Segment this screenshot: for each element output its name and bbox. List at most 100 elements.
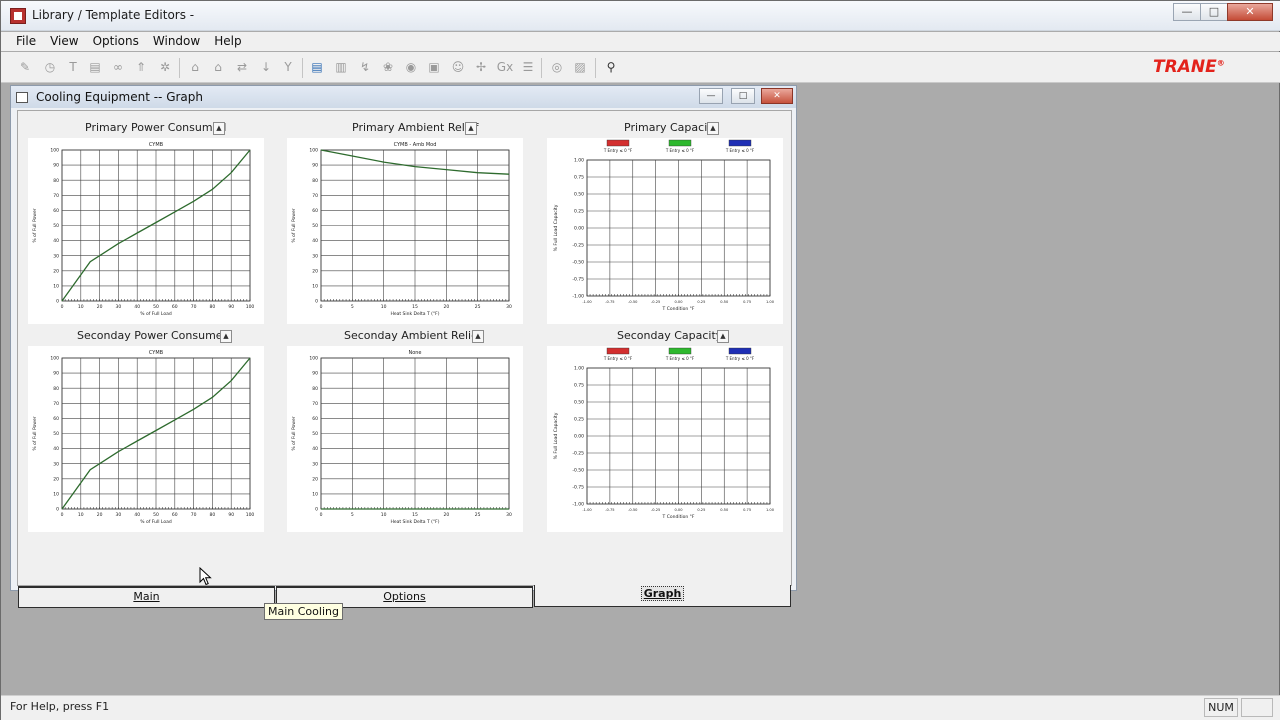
y-tick-label: 40 [312, 446, 318, 452]
secondary-power-chart: CYMB 0 10 20 30 40 50 60 70 80 90 100 0 10 20 30 40 50 60 7… [28, 346, 264, 532]
document-icon[interactable]: ▥ [334, 60, 348, 74]
primary-ambient-dropdown-button[interactable]: ▲ [465, 122, 477, 135]
y-axis-label: % Full Load Capacity [553, 412, 559, 459]
up-arrow-icon[interactable]: ⇑ [134, 60, 148, 74]
cooling-equipment-window: Cooling Equipment -- Graph — □ ✕ Primary… [10, 85, 797, 608]
y-tick-label: 10 [312, 284, 318, 290]
y-tick-label: -1.00 [572, 502, 584, 508]
app-icon[interactable] [10, 8, 26, 24]
primary-power-dropdown-button[interactable]: ▲ [213, 122, 225, 135]
wand-icon[interactable]: ↯ [358, 60, 372, 74]
stack-icon[interactable]: ☰ [521, 60, 535, 74]
status-pane [1241, 698, 1273, 717]
cat-icon[interactable]: ☺ [451, 60, 465, 74]
funnel-icon[interactable]: Y [281, 60, 295, 74]
menu-help[interactable]: Help [207, 32, 248, 51]
child-close-button[interactable]: ✕ [761, 88, 793, 104]
y-tick-label: 0.50 [574, 192, 584, 198]
filter-icon[interactable]: T [66, 60, 80, 74]
child-maximize-button[interactable]: □ [731, 88, 755, 104]
y-tick-label: 0.00 [574, 434, 584, 440]
x-tick-label: 0.00 [674, 300, 683, 304]
y-tick-label: -0.25 [572, 243, 584, 249]
y-tick-label: 0 [56, 299, 59, 305]
eye-icon[interactable]: ◉ [404, 60, 418, 74]
tab-graph[interactable]: Graph [534, 585, 791, 607]
pin-icon[interactable]: ✎ [18, 60, 32, 74]
child-window-title: Cooling Equipment -- Graph [36, 90, 204, 104]
legend-swatch [668, 139, 692, 147]
menu-window[interactable]: Window [146, 32, 207, 51]
gear-icon[interactable]: ✲ [158, 60, 172, 74]
y-tick-label: 60 [53, 208, 59, 214]
primary-power-title: Primary Power Consumed [85, 121, 227, 134]
leaf-icon[interactable]: ❀ [381, 60, 395, 74]
title-bar[interactable]: Library / Template Editors - — □ ✕ [1, 1, 1280, 31]
y-tick-label: 30 [312, 461, 318, 467]
main-cooling-tooltip: Main Cooling [264, 603, 343, 620]
y-tick-label: 0.25 [574, 209, 584, 215]
x-tick-label: 50 [153, 304, 159, 310]
child-minimize-button[interactable]: — [699, 88, 723, 104]
gx-icon[interactable]: Gx [495, 60, 515, 74]
secondary-power-title: Seconday Power Consumed [77, 329, 230, 342]
y-tick-label: 70 [53, 193, 59, 199]
x-tick-label: 5 [351, 512, 354, 518]
x-tick-label: -1.00 [582, 300, 592, 304]
fan-icon[interactable]: ✢ [474, 60, 488, 74]
menu-options[interactable]: Options [86, 32, 146, 51]
chart-subtitle: CYMB [149, 142, 164, 148]
link-icon[interactable]: ∞ [111, 60, 125, 74]
globe-icon[interactable]: ◎ [550, 60, 564, 74]
clipboard-icon[interactable]: ▤ [88, 60, 102, 74]
help-pointer-icon[interactable]: ⚲ [604, 60, 618, 74]
x-tick-label: 10 [381, 304, 387, 310]
maximize-button[interactable]: □ [1200, 3, 1228, 21]
x-tick-label: -0.50 [628, 508, 638, 512]
y-tick-label: 80 [53, 178, 59, 184]
minimize-button[interactable]: — [1173, 3, 1201, 21]
window-icon[interactable] [16, 92, 28, 103]
y-tick-label: 100 [309, 148, 318, 154]
y-tick-label: -0.75 [572, 485, 584, 491]
y-tick-label: 40 [53, 446, 59, 452]
child-title-bar[interactable]: Cooling Equipment -- Graph — □ ✕ [11, 86, 796, 108]
y-tick-label: 0 [56, 507, 59, 513]
x-tick-label: 10 [78, 304, 84, 310]
primary-capacity-dropdown-button[interactable]: ▲ [707, 122, 719, 135]
window-icon[interactable]: ▣ [427, 60, 441, 74]
y-tick-label: 30 [53, 461, 59, 467]
house-icon[interactable]: ⌂ [188, 60, 202, 74]
menu-file[interactable]: File [9, 32, 43, 51]
home-outline-icon[interactable]: ⌂ [211, 60, 225, 74]
y-tick-label: 30 [312, 253, 318, 259]
y-tick-label: 10 [53, 284, 59, 290]
y-tick-label: 50 [53, 223, 59, 229]
secondary-ambient-title: Seconday Ambient Relief [344, 329, 482, 342]
legend-label: T Entry ≤ 0 °F [665, 148, 695, 153]
x-tick-label: -0.50 [628, 300, 638, 304]
x-tick-label: -0.25 [651, 508, 660, 512]
list-blue-icon[interactable]: ▤ [310, 60, 324, 74]
download-icon[interactable]: ↓ [259, 60, 273, 74]
close-button[interactable]: ✕ [1227, 3, 1273, 21]
y-tick-label: 90 [312, 371, 318, 377]
tab-main[interactable]: Main [18, 586, 275, 608]
legend-label: T Entry ≤ 0 °F [725, 356, 755, 361]
secondary-capacity-chart: T Entry ≤ 0 °F T Entry ≤ 0 °F T Entry ≤ 0 … [547, 346, 783, 532]
chart-icon[interactable]: ▨ [573, 60, 587, 74]
clock-icon[interactable]: ◷ [43, 60, 57, 74]
secondary-ambient-dropdown-button[interactable]: ▲ [472, 330, 484, 343]
menu-view[interactable]: View [43, 32, 85, 51]
y-tick-label: 0.75 [574, 175, 584, 181]
x-tick-label: 15 [412, 512, 418, 518]
swap-icon[interactable]: ⇄ [235, 60, 249, 74]
chart-subtitle: CYMB [149, 350, 164, 356]
legend-swatch [668, 347, 692, 355]
y-tick-label: 10 [53, 492, 59, 498]
secondary-power-dropdown-button[interactable]: ▲ [220, 330, 232, 343]
y-tick-label: 20 [312, 268, 318, 274]
secondary-capacity-dropdown-button[interactable]: ▲ [717, 330, 729, 343]
legend-swatch [728, 139, 752, 147]
y-tick-label: 0.00 [574, 226, 584, 232]
